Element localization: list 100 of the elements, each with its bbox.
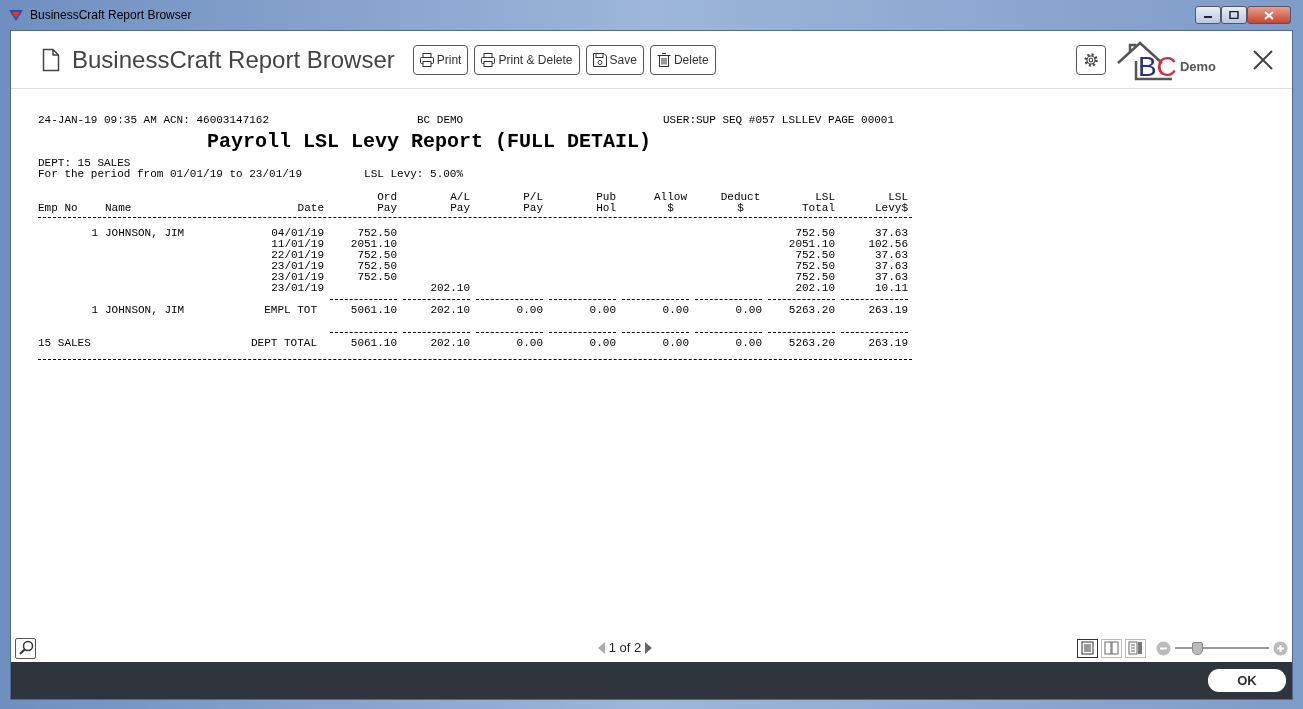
document-icon — [42, 47, 60, 72]
window-title: BusinessCraft Report Browser — [30, 7, 192, 24]
report-info-text: LSL Levy: 5.00% — [364, 169, 464, 180]
table-cell: 752.50 — [357, 249, 397, 261]
printer-icon — [418, 51, 435, 68]
table-cell: 202.10 — [795, 282, 835, 294]
table-cell: 752.50 — [357, 260, 397, 272]
table-cell: 2051.10 — [788, 238, 835, 250]
table-cell: 10.11 — [875, 282, 908, 294]
column-header: $ — [667, 203, 674, 214]
table-cell: 11/01/19 — [271, 238, 324, 250]
logo-letter: C — [1156, 52, 1177, 81]
table-cell: 263.19 — [868, 337, 908, 349]
table-cell: 37.63 — [875, 249, 908, 261]
view-mode-button[interactable] — [1077, 638, 1098, 658]
table-cell: 37.63 — [875, 227, 908, 239]
column-header: Levy$ — [875, 203, 908, 214]
table-cell: JOHNSON, JIM — [105, 304, 185, 316]
report-header-text: USER:SUP SEQ #057 LSLLEV PAGE 00001 — [663, 115, 895, 126]
page-indicator: 1 of 2 — [608, 639, 642, 658]
column-header: Emp No — [38, 203, 78, 214]
table-cell: 15 SALES — [38, 337, 91, 349]
minimize-button[interactable] — [1195, 6, 1221, 24]
close-icon[interactable] — [1252, 48, 1274, 71]
column-header: P/L — [523, 192, 543, 203]
table-cell: 5263.20 — [788, 304, 835, 316]
table-cell: 22/01/19 — [271, 249, 324, 261]
slider-thumb[interactable] — [1192, 641, 1204, 655]
table-cell: 263.19 — [868, 304, 908, 316]
page-title: BusinessCraft Report Browser — [72, 44, 395, 75]
table-cell: 752.50 — [795, 271, 835, 283]
table-cell: 0.00 — [516, 337, 543, 349]
table-cell: DEPT TOTAL — [251, 337, 317, 349]
report-header-text: BC DEMO — [417, 115, 465, 126]
column-header: $ — [737, 203, 744, 214]
app-icon — [8, 8, 24, 22]
table-cell: 752.50 — [795, 227, 835, 239]
table-cell: 202.10 — [430, 337, 470, 349]
page-layout-icon — [1127, 640, 1144, 656]
toolbar-button[interactable]: Delete — [649, 44, 716, 75]
column-header: LSL — [888, 192, 908, 203]
column-header: Deduct — [720, 192, 761, 203]
table-cell: 202.10 — [430, 282, 470, 294]
report-info-text: For the period from 01/01/19 to 23/01/19 — [38, 169, 303, 180]
column-header: Hol — [596, 203, 616, 214]
column-header: Pay — [377, 203, 397, 214]
table-cell: 0.00 — [589, 337, 616, 349]
table-cell: 0.00 — [589, 304, 616, 316]
table-cell: 102.56 — [868, 238, 908, 250]
report-title: Payroll LSL Levy Report (FULL DETAIL) — [207, 131, 653, 153]
column-header: Pay — [450, 203, 470, 214]
table-cell: 23/01/19 — [271, 260, 324, 272]
trash-icon — [655, 51, 672, 68]
column-header: A/L — [450, 192, 470, 203]
table-cell: 5061.10 — [350, 304, 397, 316]
table-cell: 5263.20 — [788, 337, 835, 349]
table-cell: 23/01/19 — [271, 271, 324, 283]
table-cell: JOHNSON, JIM — [105, 227, 185, 239]
table-cell: 0.00 — [735, 304, 762, 316]
table-cell: 0.00 — [662, 337, 689, 349]
close-button[interactable] — [1247, 6, 1291, 24]
report-info-text: DEPT: 15 SALES — [38, 158, 131, 169]
maximize-icon — [1229, 11, 1239, 19]
column-header: Pay — [523, 203, 543, 214]
table-cell: 23/01/19 — [271, 282, 324, 294]
column-header: Date — [297, 203, 324, 214]
table-cell: 752.50 — [795, 260, 835, 272]
table-cell: 752.50 — [357, 227, 397, 239]
zoom-search-button[interactable] — [15, 637, 36, 659]
table-cell: 752.50 — [795, 249, 835, 261]
column-header: Ord — [377, 192, 397, 203]
page-layout-icon — [1079, 640, 1096, 656]
table-cell: 37.63 — [875, 260, 908, 272]
column-header: Name — [105, 203, 132, 214]
toolbar-button[interactable]: Save — [585, 44, 644, 75]
table-cell: 5061.10 — [350, 337, 397, 349]
table-cell: 202.10 — [430, 304, 470, 316]
page-layout-icon — [1103, 640, 1120, 656]
table-cell: 0.00 — [662, 304, 689, 316]
report-header-text: 24-JAN-19 09:35 AM ACN: 46003147162 — [38, 115, 271, 126]
column-header: Pub — [596, 192, 616, 203]
next-page-icon[interactable] — [645, 642, 653, 654]
logo-caption: Demo — [1179, 57, 1216, 76]
toolbar-button[interactable]: Print — [412, 44, 469, 75]
ok-button[interactable]: OK — [1208, 669, 1286, 692]
toolbar-button[interactable]: Print & Delete — [474, 44, 580, 75]
maximize-button[interactable] — [1221, 6, 1247, 24]
column-header: Total — [802, 203, 835, 214]
table-cell: 04/01/19 — [271, 227, 324, 239]
table-cell: 1 — [91, 227, 98, 239]
table-cell: 37.63 — [875, 271, 908, 283]
settings-button[interactable] — [1075, 44, 1106, 75]
table-cell: 2051.10 — [350, 238, 397, 250]
table-cell: 752.50 — [357, 271, 397, 283]
printer-icon — [480, 51, 497, 68]
table-cell: 0.00 — [516, 304, 543, 316]
column-header: LSL — [815, 192, 835, 203]
table-cell: 0.00 — [735, 337, 762, 349]
table-cell: EMPL TOT — [264, 304, 317, 316]
close-icon — [1264, 10, 1274, 20]
